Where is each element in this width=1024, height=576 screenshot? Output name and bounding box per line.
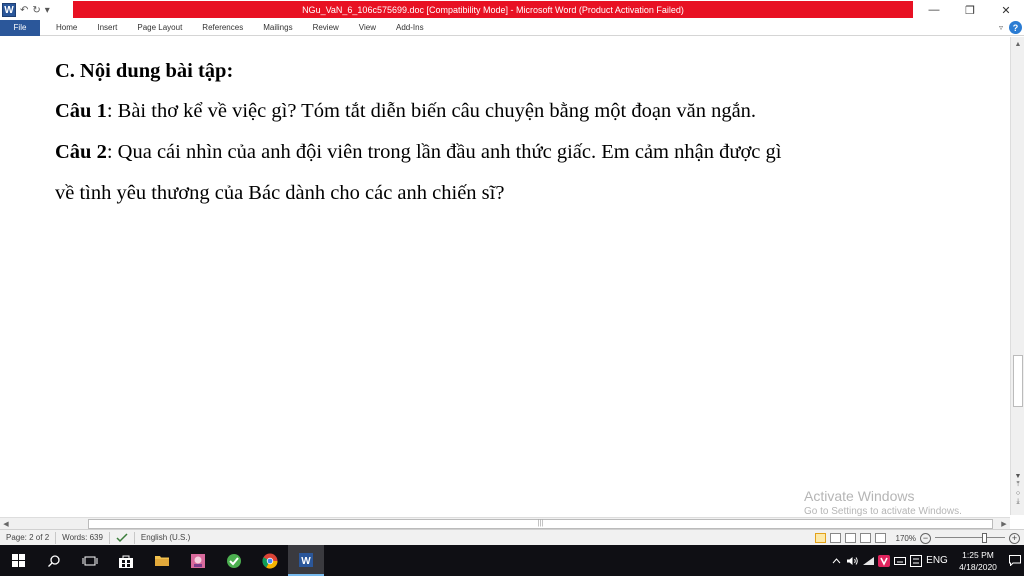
print-layout-view-icon[interactable]	[814, 533, 826, 543]
watermark-subtitle: Go to Settings to activate Windows.	[804, 506, 962, 517]
outline-view-icon[interactable]	[859, 533, 871, 543]
quick-access-toolbar: W ↶ ↻ ▾	[2, 2, 50, 18]
notification-center-icon[interactable]	[1006, 545, 1024, 576]
expand-ribbon-icon[interactable]: ▿	[999, 23, 1003, 32]
vertical-scrollbar[interactable]: ▲ ▼ ⤒ ○ ⤓	[1010, 37, 1024, 515]
clock-date: 4/18/2020	[959, 561, 997, 572]
window-title: NGu_VaN_6_106c575699.doc [Compatibility …	[302, 4, 684, 15]
system-tray: ENG 1:25 PM 4/18/2020	[828, 545, 1024, 576]
section-heading: C. Nội dung bài tập:	[55, 60, 234, 82]
browse-controls: ▼ ⤒ ○ ⤓	[1011, 473, 1024, 506]
tab-file[interactable]: File	[0, 19, 40, 36]
start-button[interactable]	[0, 545, 36, 576]
clock-time: 1:25 PM	[962, 549, 994, 560]
undo-icon[interactable]: ↶	[20, 5, 28, 16]
zoom-out-icon[interactable]: −	[920, 532, 931, 544]
web-layout-view-icon[interactable]	[844, 533, 856, 543]
select-browse-object-icon[interactable]: ○	[1016, 490, 1020, 497]
window-title-bar: NGu_VaN_6_106c575699.doc [Compatibility …	[73, 1, 913, 18]
question-2-label: Câu 2	[55, 141, 107, 163]
question-2-text: : Qua cái nhìn của anh đội viên trong lầ…	[106, 141, 782, 163]
zoom-slider[interactable]	[935, 533, 1005, 543]
wifi-icon[interactable]	[860, 545, 876, 576]
volume-icon[interactable]	[844, 545, 860, 576]
horizontal-scrollbar[interactable]: ◀ ||| ▶	[0, 517, 1010, 529]
tab-page-layout[interactable]: Page Layout	[127, 20, 192, 36]
minimize-button[interactable]: —	[916, 0, 952, 20]
windows-taskbar: W ENG 1:25 PM 4/18/2020	[0, 545, 1024, 576]
ime-icon[interactable]	[908, 545, 924, 576]
app-pinned-green-icon[interactable]	[216, 545, 252, 576]
draft-view-icon[interactable]	[874, 533, 886, 543]
zoom-level[interactable]: 170%	[896, 534, 916, 543]
clock[interactable]: 1:25 PM 4/18/2020	[950, 549, 1006, 573]
store-icon[interactable]	[108, 545, 144, 576]
view-zoom-controls: 170% − +	[814, 531, 1020, 545]
window-controls: — ❐ ✕	[916, 0, 1024, 20]
tab-insert[interactable]: Insert	[87, 20, 127, 36]
horizontal-scroll-thumb[interactable]: |||	[88, 519, 993, 529]
question-2-continuation: về tình yêu thương của Bác dành cho các …	[55, 182, 505, 204]
watermark-title: Activate Windows	[804, 488, 915, 504]
ribbon-right-controls: ▿ ?	[999, 21, 1022, 34]
word-taskbar-icon[interactable]: W	[288, 545, 324, 576]
zoom-slider-handle[interactable]	[982, 533, 987, 543]
previous-page-icon[interactable]: ⤒	[1016, 481, 1019, 489]
question-1-text: : Bài thơ kể về việc gì? Tóm tắt diễn bi…	[106, 100, 757, 122]
document-body[interactable]: C. Nội dung bài tập: Câu 1: Bài thơ kể v…	[55, 51, 935, 214]
tab-add-ins[interactable]: Add-Ins	[386, 20, 434, 36]
word-count[interactable]: Words: 639	[56, 531, 110, 544]
help-icon[interactable]: ?	[1009, 21, 1022, 34]
zoom-slider-track	[935, 537, 1005, 538]
tab-mailings[interactable]: Mailings	[253, 20, 302, 36]
page-count[interactable]: Page: 2 of 2	[0, 531, 57, 544]
restore-button[interactable]: ❐	[952, 0, 988, 20]
chrome-icon[interactable]	[252, 545, 288, 576]
customize-qat-icon[interactable]: ▾	[45, 5, 50, 16]
file-explorer-icon[interactable]	[144, 545, 180, 576]
document-area: C. Nội dung bài tập: Câu 1: Bài thơ kể v…	[0, 37, 1024, 517]
ribbon-tabs: File Home Insert Page Layout References …	[0, 19, 1024, 36]
question-2: Câu 2: Qua cái nhìn của anh đội viên tro…	[55, 132, 935, 173]
scroll-down-arrow-icon[interactable]: ▼	[1015, 473, 1022, 480]
next-page-icon[interactable]: ⤓	[1016, 498, 1019, 506]
task-view-icon[interactable]	[72, 545, 108, 576]
vertical-scroll-thumb[interactable]	[1013, 355, 1023, 407]
language-indicator[interactable]: English (U.S.)	[135, 532, 196, 544]
windows-logo-icon	[11, 554, 25, 567]
status-bar: Page: 2 of 2 Words: 639 English (U.S.) 1…	[0, 529, 1024, 545]
redo-icon[interactable]: ↻	[32, 5, 40, 16]
tab-view[interactable]: View	[349, 20, 386, 36]
word-logo-icon[interactable]: W	[2, 3, 16, 17]
show-hidden-icons-icon[interactable]	[828, 545, 844, 576]
full-screen-reading-view-icon[interactable]	[829, 533, 841, 543]
title-bar: W ↶ ↻ ▾ NGu_VaN_6_106c575699.doc [Compat…	[0, 0, 1024, 20]
svg-text:W: W	[301, 556, 311, 567]
keyboard-icon[interactable]	[892, 545, 908, 576]
input-language[interactable]: ENG	[924, 545, 950, 576]
question-1: Câu 1: Bài thơ kể về việc gì? Tóm tắt di…	[55, 91, 935, 132]
scroll-up-arrow-icon[interactable]: ▲	[1011, 37, 1024, 51]
document-page[interactable]: C. Nội dung bài tập: Câu 1: Bài thơ kể v…	[0, 37, 986, 517]
close-button[interactable]: ✕	[988, 0, 1024, 20]
app-pinned-icon[interactable]	[180, 545, 216, 576]
tab-review[interactable]: Review	[303, 20, 349, 36]
proofing-icon[interactable]	[110, 531, 135, 544]
question-1-label: Câu 1	[55, 100, 107, 122]
search-icon[interactable]	[36, 545, 72, 576]
antivirus-icon[interactable]	[876, 545, 892, 576]
activate-windows-watermark: Activate Windows Go to Settings to activ…	[804, 488, 962, 517]
tab-home[interactable]: Home	[46, 20, 87, 36]
zoom-in-icon[interactable]: +	[1009, 532, 1020, 544]
tab-references[interactable]: References	[192, 20, 253, 36]
